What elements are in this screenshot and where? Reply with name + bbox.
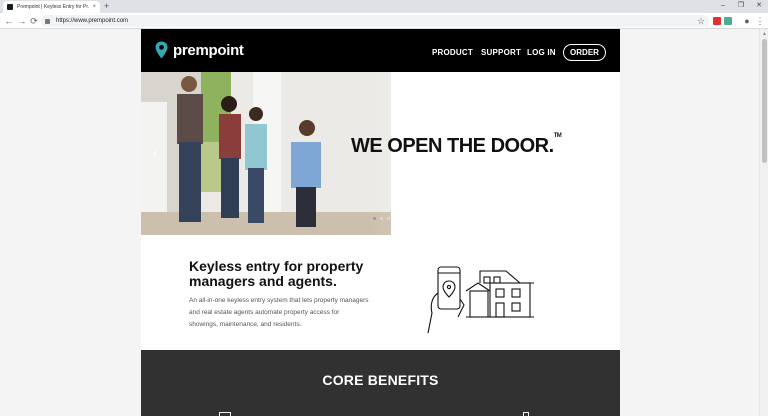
- carousel-dot[interactable]: [373, 217, 376, 220]
- page-scrollbar[interactable]: ▲: [759, 29, 768, 416]
- browser-tabbar: Prempoint | Keyless Entry for Pr... × + …: [0, 0, 768, 13]
- location-pin-icon: [155, 41, 168, 59]
- bookmark-star-icon[interactable]: ☆: [695, 15, 707, 27]
- core-benefits-heading: CORE BENEFITS: [322, 372, 439, 388]
- carousel-dot[interactable]: [387, 217, 390, 220]
- profile-icon[interactable]: ●: [741, 15, 753, 27]
- site-logo[interactable]: prempoint: [155, 41, 244, 59]
- core-benefits-section: CORE BENEFITS: [141, 350, 620, 416]
- browser-menu-icon[interactable]: ⋮: [754, 15, 766, 27]
- brand-name: prempoint: [173, 41, 244, 59]
- scrollbar-thumb[interactable]: [762, 39, 767, 163]
- nav-support-link[interactable]: SUPPORT: [481, 48, 521, 57]
- trademark-mark: TM: [553, 133, 562, 139]
- hero-tagline: WE OPEN THE DOOR.TM: [351, 133, 562, 158]
- hero-banner: ‹ WE OPEN THE DOOR.TM: [141, 72, 620, 235]
- browser-tab[interactable]: Prempoint | Keyless Entry for Pr... ×: [3, 1, 100, 13]
- reload-button[interactable]: ⟳: [28, 15, 40, 27]
- website: prempoint PRODUCT SUPPORT LOG IN ORDER ‹…: [141, 29, 620, 416]
- browser-toolbar: ← → ⟳ https://www.prempoint.com ☆ ● ⋮: [0, 13, 768, 29]
- carousel-dot[interactable]: [380, 217, 383, 220]
- maximize-button[interactable]: ❐: [732, 0, 750, 13]
- back-button[interactable]: ←: [3, 15, 15, 27]
- order-button[interactable]: ORDER: [563, 44, 606, 61]
- new-tab-button[interactable]: +: [104, 1, 109, 12]
- address-url: https://www.prempoint.com: [56, 18, 129, 24]
- extension-red-icon[interactable]: [713, 17, 721, 25]
- intro-section: Keyless entry for property managers and …: [141, 235, 620, 350]
- tab-close-icon[interactable]: ×: [92, 4, 96, 10]
- nav-login-link[interactable]: LOG IN: [527, 48, 556, 57]
- address-bar[interactable]: https://www.prempoint.com: [41, 15, 709, 27]
- tab-title: Prempoint | Keyless Entry for Pr...: [17, 4, 90, 10]
- close-window-button[interactable]: ✕: [750, 0, 768, 13]
- site-header: prempoint PRODUCT SUPPORT LOG IN ORDER: [141, 29, 620, 72]
- intro-heading: Keyless entry for property managers and …: [189, 258, 364, 289]
- lock-icon: [45, 18, 50, 24]
- intro-body: An all-in-one keyless entry system that …: [189, 297, 369, 328]
- hero-tagline-text: WE OPEN THE DOOR.: [351, 135, 554, 157]
- forward-button[interactable]: →: [16, 15, 28, 27]
- benefit-device-icon: [219, 412, 231, 416]
- carousel-prev-button[interactable]: ‹: [153, 144, 158, 160]
- extension-green-icon[interactable]: [724, 17, 732, 25]
- scroll-up-icon[interactable]: ▲: [762, 31, 767, 37]
- nav-product-link[interactable]: PRODUCT: [432, 48, 473, 57]
- phone-house-illustration: [427, 266, 534, 334]
- minimize-button[interactable]: –: [714, 0, 732, 13]
- benefit-key-icon: [523, 412, 529, 416]
- carousel-dots: [373, 217, 390, 220]
- favicon-icon: [7, 4, 13, 10]
